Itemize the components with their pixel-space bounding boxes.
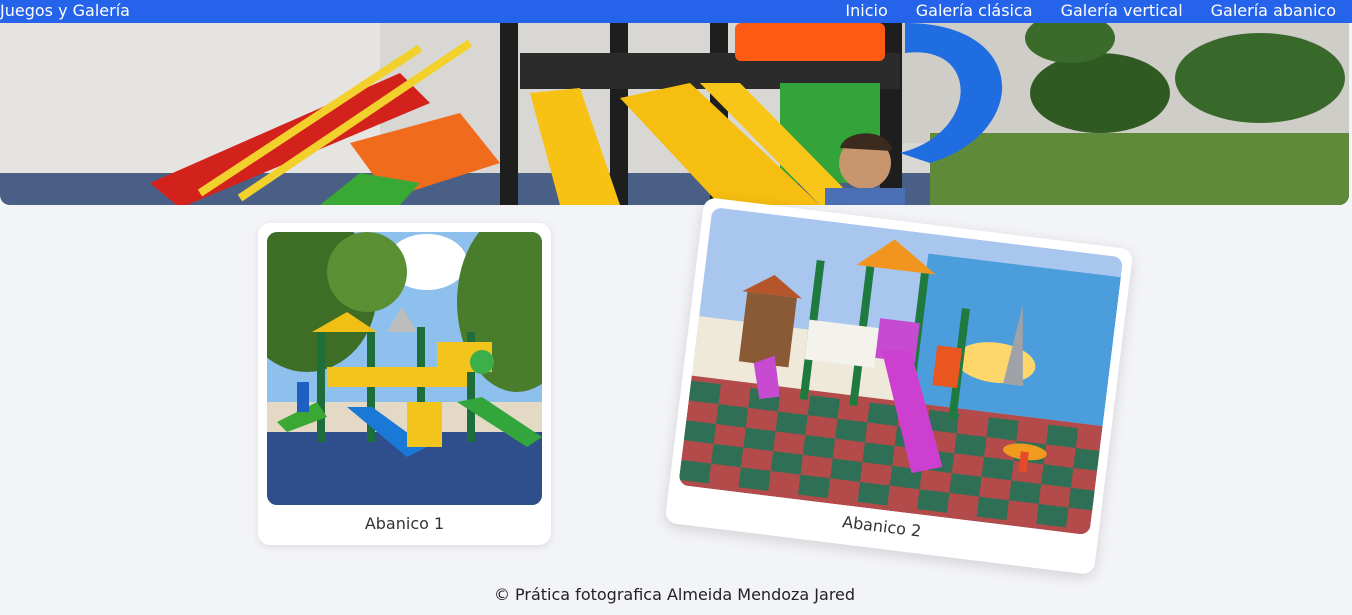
top-navbar: Juegos y Galería Inicio Galería clásica … xyxy=(0,0,1352,23)
nav-link-galeria-vertical[interactable]: Galería vertical xyxy=(1061,1,1183,21)
hero-playground-illustration xyxy=(0,23,1349,205)
playground-illustration-1 xyxy=(267,232,542,505)
main-nav: Inicio Galería clásica Galería vertical … xyxy=(845,1,1336,21)
nav-link-galeria-clasica[interactable]: Galería clásica xyxy=(916,1,1033,21)
site-brand-link[interactable]: Juegos y Galería xyxy=(0,1,130,21)
card-caption-1: Abanico 1 xyxy=(364,514,445,533)
page-footer: © Prática fotografica Almeida Mendoza Ja… xyxy=(493,585,856,604)
nav-link-inicio[interactable]: Inicio xyxy=(845,1,887,21)
playground-photo-2[interactable] xyxy=(678,206,1124,536)
hero-banner-image xyxy=(0,23,1349,205)
gallery-card-2[interactable]: Abanico 2 xyxy=(664,196,1134,576)
playground-illustration-2 xyxy=(678,206,1124,536)
playground-photo-1[interactable] xyxy=(267,232,542,505)
nav-link-galeria-abanico[interactable]: Galería abanico xyxy=(1211,1,1336,21)
gallery-card-1[interactable]: Abanico 1 xyxy=(258,223,551,545)
